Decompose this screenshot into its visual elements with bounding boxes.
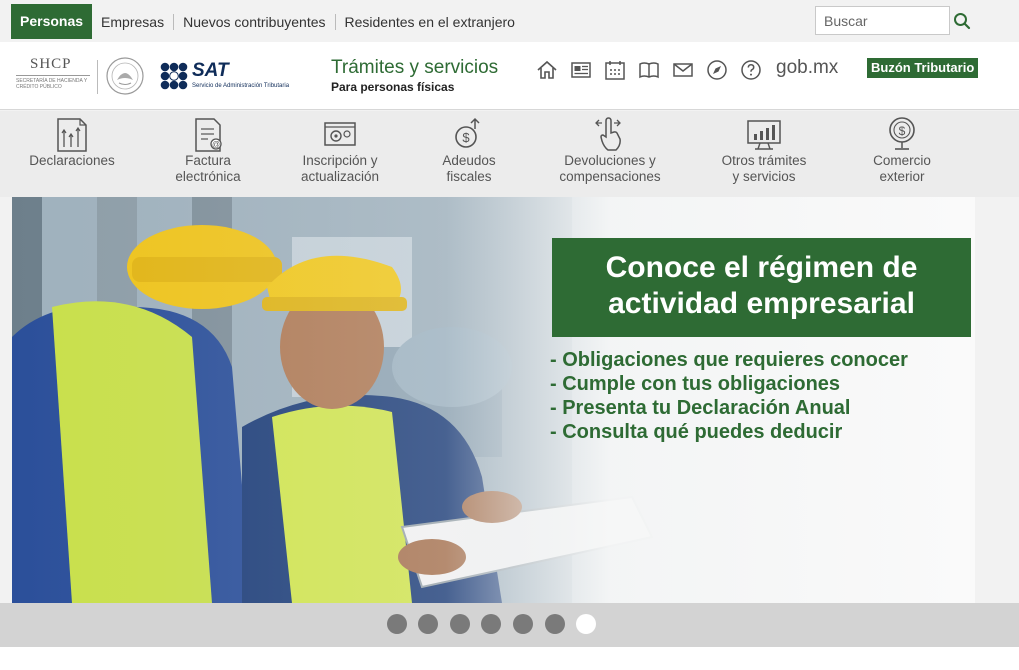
declaraciones-icon [57,118,87,152]
devoluciones-icon [595,117,621,151]
service-comercio-exterior[interactable]: $ Comercio exterior [857,111,947,197]
tab-nuevos-contribuyentes[interactable]: Nuevos contribuyentes [173,13,334,30]
carousel-dot-3[interactable] [450,614,470,634]
service-label: Declaraciones [29,153,115,168]
factura-icon: @ [195,118,222,152]
svg-text:$: $ [462,130,470,145]
book-icon [639,62,659,79]
hero-link-obligaciones[interactable]: - Obligaciones que requieres conocer [550,348,908,372]
service-inscripcion[interactable]: Inscripción y actualización [290,111,390,197]
sat-logo-mark-icon [160,62,188,90]
gobmx-link[interactable]: gob.mx [776,57,838,79]
adeudos-icon: $ [455,117,480,148]
tab-personas[interactable]: Personas [11,4,93,39]
section-subtitle: Para personas físicas [331,80,455,94]
mail-icon [673,63,693,77]
page: Personas Empresas Nuevos contribuyentes … [0,0,1019,670]
service-otros-tramites[interactable]: Otros trámites y servicios [709,111,819,197]
carousel-dot-5[interactable] [513,614,533,634]
carousel-dot-1[interactable] [387,614,407,634]
service-label: Factura electrónica [175,153,241,184]
service-label: Inscripción y actualización [300,153,380,184]
shcp-logo-rule [16,75,90,76]
tab-residentes-extranjero[interactable]: Residentes en el extranjero [334,13,524,30]
site-header: SHCP SECRETARÍA DE HACIENDA Y CRÉDITO PÚ… [0,42,1019,110]
hero-link-list: - Obligaciones que requieres conocer - C… [550,348,908,444]
service-label: Devoluciones y compensaciones [559,153,661,184]
hero-link-declaracion-anual[interactable]: - Presenta tu Declaración Anual [550,396,908,420]
shcp-logo[interactable]: SHCP SECRETARÍA DE HACIENDA Y CRÉDITO PÚ… [16,56,94,94]
news-icon [571,62,591,78]
service-label: Otros trámites y servicios [721,153,807,184]
comercio-exterior-icon: $ [889,117,915,150]
sat-logo-text: SAT [192,60,229,81]
calendar-button[interactable] [603,58,627,82]
service-factura[interactable]: @ Factura electrónica [158,111,258,197]
help-button[interactable] [739,58,763,82]
service-declaraciones[interactable]: Declaraciones [22,111,122,197]
news-button[interactable] [569,58,593,82]
carousel-dot-7[interactable] [576,614,596,634]
service-label: Adeudos fiscales [442,153,496,184]
service-devoluciones[interactable]: Devoluciones y compensaciones [550,111,670,197]
home-icon [537,60,557,79]
audience-tabs: Personas Empresas Nuevos contribuyentes … [11,4,524,39]
carousel-controls [0,603,1019,647]
search-button[interactable] [951,8,973,34]
top-navigation-bar: Personas Empresas Nuevos contribuyentes … [0,0,1019,42]
sat-logo[interactable]: SAT Servicio de Administración Tributari… [160,60,305,94]
home-button[interactable] [535,58,559,82]
otros-tramites-icon [747,120,781,150]
section-title: Trámites y servicios [331,57,499,78]
hero-banner[interactable]: Conoce el régimen de actividad empresari… [12,197,975,603]
svg-text:$: $ [899,124,906,138]
carousel-dot-2[interactable] [418,614,438,634]
service-label: Comercio exterior [873,153,931,184]
mexico-seal-icon [106,57,144,95]
hero-link-deducir[interactable]: - Consulta qué puedes deducir [550,420,908,444]
shcp-logo-subtitle: SECRETARÍA DE HACIENDA Y CRÉDITO PÚBLICO [16,78,88,90]
services-menu: Declaraciones @ Factura electrónica Insc… [0,111,1019,197]
contact-button[interactable] [671,58,695,82]
svg-text:@: @ [212,140,220,149]
carousel-dot-4[interactable] [481,614,501,634]
search-input[interactable] [815,6,950,35]
library-button[interactable] [637,58,661,82]
search-icon [954,13,971,30]
carousel-dot-6[interactable] [545,614,565,634]
tab-empresas[interactable]: Empresas [92,14,173,30]
hero-title[interactable]: Conoce el régimen de actividad empresari… [552,238,971,337]
sat-logo-subtitle: Servicio de Administración Tributaria [192,83,290,89]
service-adeudos[interactable]: $ Adeudos fiscales [424,111,514,197]
buzon-tributario-button[interactable]: Buzón Tributario [867,58,979,78]
calendar-icon [605,61,625,80]
compass-icon [707,60,727,80]
explore-button[interactable] [705,58,729,82]
help-icon [741,60,761,80]
shcp-logo-text: SHCP [30,56,72,72]
page-footer-strip [0,647,1019,670]
hero-link-cumple[interactable]: - Cumple con tus obligaciones [550,372,908,396]
inscripcion-icon [324,122,356,146]
logo-divider [97,60,98,94]
